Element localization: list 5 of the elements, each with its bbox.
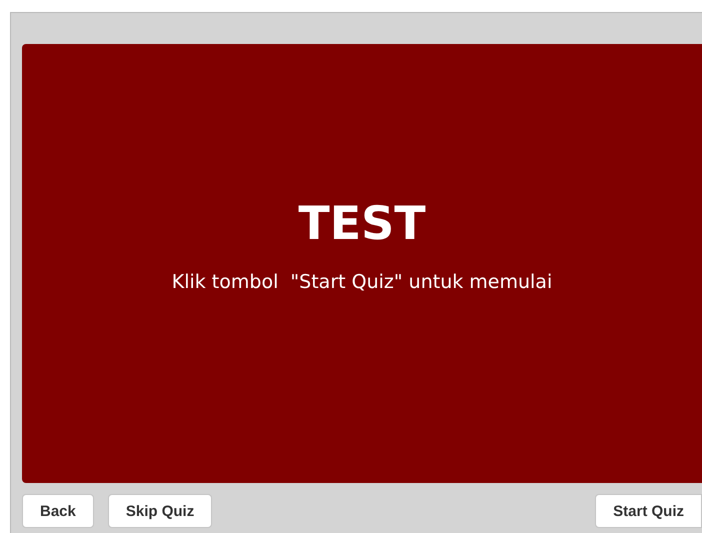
quiz-title: TEST: [298, 198, 426, 249]
nav-button[interactable]: Skip Quiz: [108, 494, 212, 528]
instruction-text: Klik tombol "Start Quiz" untuk memulai: [172, 270, 552, 293]
start-button[interactable]: Start Quiz: [595, 494, 702, 528]
nav-button[interactable]: Back: [22, 494, 94, 528]
